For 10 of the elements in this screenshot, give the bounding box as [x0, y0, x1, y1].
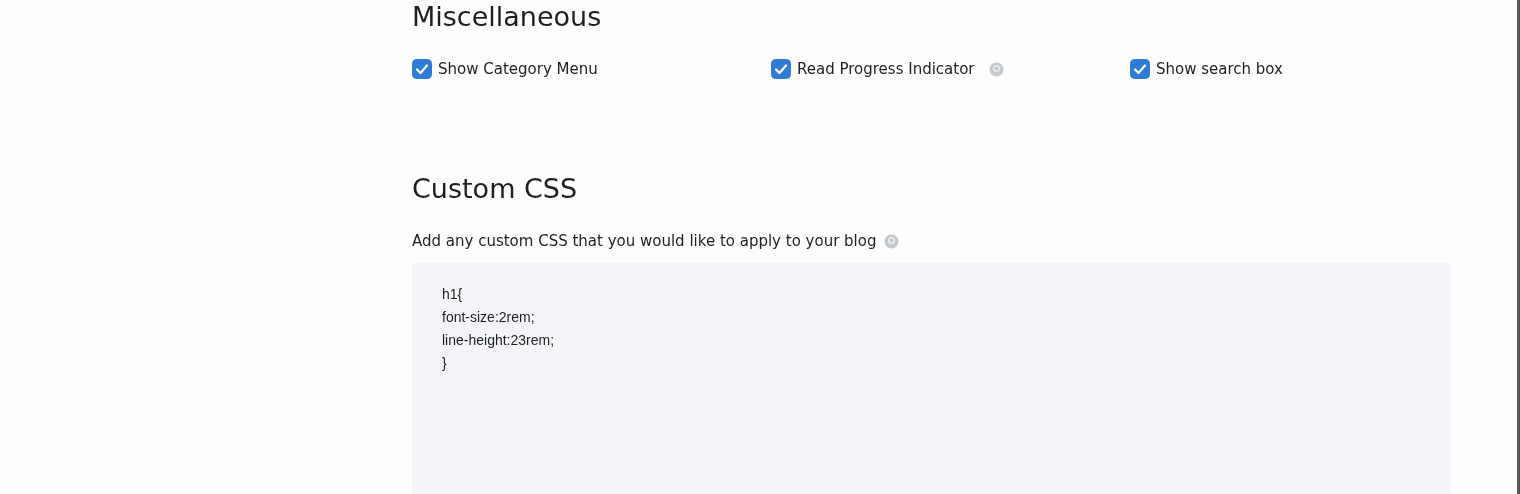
checkbox[interactable] [1130, 59, 1150, 79]
checkbox[interactable] [412, 59, 432, 79]
checkbox-label: Read Progress Indicator [797, 60, 975, 78]
checkbox[interactable] [771, 59, 791, 79]
section-heading: Custom CSS [412, 174, 579, 204]
field-description: Add any custom CSS that you would like to apply to your blog [412, 232, 877, 250]
section-heading: Miscellaneous [412, 2, 603, 32]
checkbox-label: Show Category Menu [438, 60, 598, 78]
css-code-field[interactable]: h1{ font-size:2rem; line-height:23rem; } [412, 263, 1450, 494]
checkbox-label: Show search box [1156, 60, 1283, 78]
